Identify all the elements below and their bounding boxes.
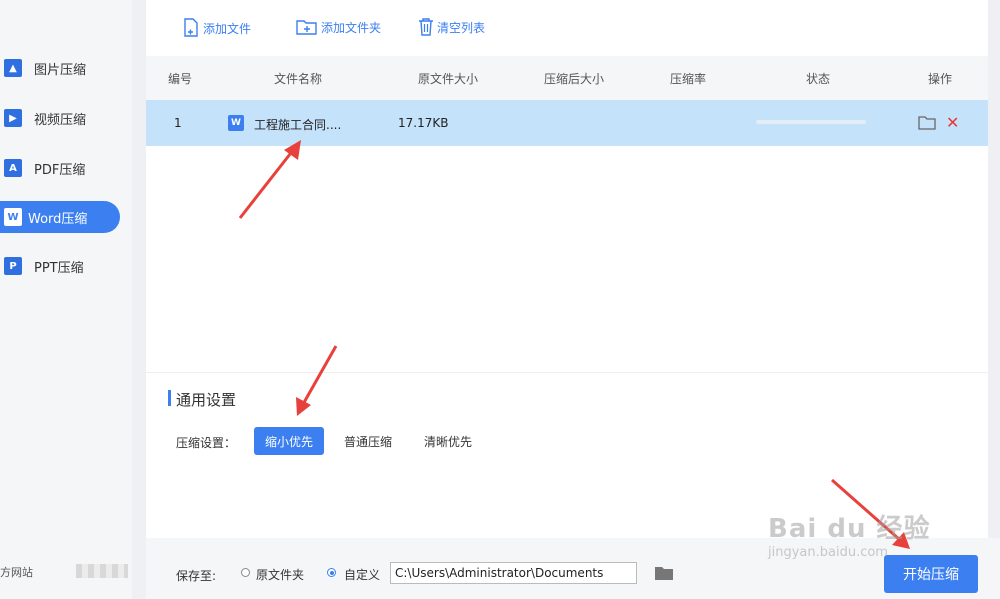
clear-list-button[interactable]: 清空列表: [418, 18, 485, 36]
toolbar: 添加文件 添加文件夹 清空列表: [146, 0, 988, 56]
sidebar-item-label: 图片压缩: [34, 62, 87, 78]
col-rate: 压缩率: [670, 72, 707, 86]
folder-icon: [655, 567, 673, 580]
watermark-sub: jingyan.baidu.com: [768, 545, 888, 560]
word-file-icon: W: [228, 115, 244, 131]
image-compress-icon: ▲: [4, 59, 22, 77]
clear-list-label: 清空列表: [437, 20, 486, 35]
add-file-icon: [184, 18, 198, 37]
status-progress-bar: [756, 120, 866, 124]
radio-original-folder[interactable]: [241, 568, 250, 577]
folder-icon: [918, 116, 936, 130]
sidebar-item-image[interactable]: ▲ 图片压缩: [0, 52, 120, 84]
compress-setting-label: 压缩设置：: [176, 436, 237, 450]
sidebar-item-pdf[interactable]: A PDF压缩: [0, 152, 120, 184]
video-compress-icon: ▶: [4, 109, 22, 127]
col-filename: 文件名称: [274, 72, 323, 86]
open-folder-button[interactable]: [918, 116, 936, 133]
row-filename: 工程施工合同....: [254, 118, 342, 132]
sidebar-item-ppt[interactable]: P PPT压缩: [0, 250, 120, 282]
watermark-main: Bai du 经验: [768, 514, 931, 544]
radio-custom[interactable]: [327, 568, 336, 577]
baidu-watermark: Bai du 经验 jingyan.baidu.com: [768, 508, 931, 560]
row-index: 1: [174, 116, 182, 130]
section-marker: [168, 390, 171, 406]
save-path-input[interactable]: [390, 562, 637, 584]
sidebar-item-word[interactable]: W Word压缩: [0, 201, 120, 233]
trash-icon: [419, 18, 433, 36]
panel-divider: [132, 0, 146, 599]
pdf-compress-icon: A: [4, 159, 22, 177]
col-index: 编号: [168, 72, 193, 86]
add-folder-button[interactable]: 添加文件夹: [296, 18, 381, 36]
add-folder-label: 添加文件夹: [321, 20, 382, 35]
add-file-label: 添加文件: [203, 21, 252, 36]
start-compress-button[interactable]: 开始压缩: [884, 555, 978, 593]
col-status: 状态: [806, 72, 831, 86]
radio-custom-label: 自定义: [344, 568, 381, 582]
sidebar-item-label: PDF压缩: [34, 162, 86, 178]
sidebar-item-label: PPT压缩: [34, 260, 84, 276]
official-site-link[interactable]: 方网站: [0, 564, 33, 580]
option-clarity-first[interactable]: 清晰优先: [413, 427, 483, 455]
file-table-header: 编号 文件名称 原文件大小 压缩后大小 压缩率 状态 操作: [146, 56, 988, 100]
settings-title: 通用设置: [176, 391, 237, 409]
right-edge: [988, 0, 1000, 599]
sidebar-item-label: Word压缩: [28, 211, 88, 227]
table-row[interactable]: 1 W 工程施工合同.... 17.17KB ✕: [146, 100, 988, 146]
sidebar-item-label: 视频压缩: [34, 112, 87, 128]
sidebar-item-video[interactable]: ▶ 视频压缩: [0, 102, 120, 134]
save-to-label: 保存至:: [176, 569, 217, 583]
option-normal[interactable]: 普通压缩: [333, 427, 403, 455]
col-original-size: 原文件大小: [418, 72, 479, 86]
delete-row-button[interactable]: ✕: [946, 113, 959, 132]
add-folder-icon: [296, 20, 317, 35]
sidebar: ▲ 图片压缩 ▶ 视频压缩 A PDF压缩 W Word压缩 P PPT压缩 方…: [0, 0, 132, 599]
option-smaller-first[interactable]: 缩小优先: [254, 427, 325, 455]
row-original-size: 17.17KB: [398, 116, 449, 130]
ppt-compress-icon: P: [4, 257, 22, 275]
add-file-button[interactable]: 添加文件: [182, 18, 251, 38]
blurred-text: [76, 564, 128, 578]
browse-folder-button[interactable]: [654, 566, 674, 584]
col-actions: 操作: [928, 72, 953, 86]
word-compress-icon: W: [4, 208, 22, 226]
radio-original-folder-label: 原文件夹: [256, 568, 305, 582]
file-list-empty-area: [146, 146, 988, 372]
col-compressed-size: 压缩后大小: [544, 72, 605, 86]
close-icon: ✕: [946, 113, 960, 132]
